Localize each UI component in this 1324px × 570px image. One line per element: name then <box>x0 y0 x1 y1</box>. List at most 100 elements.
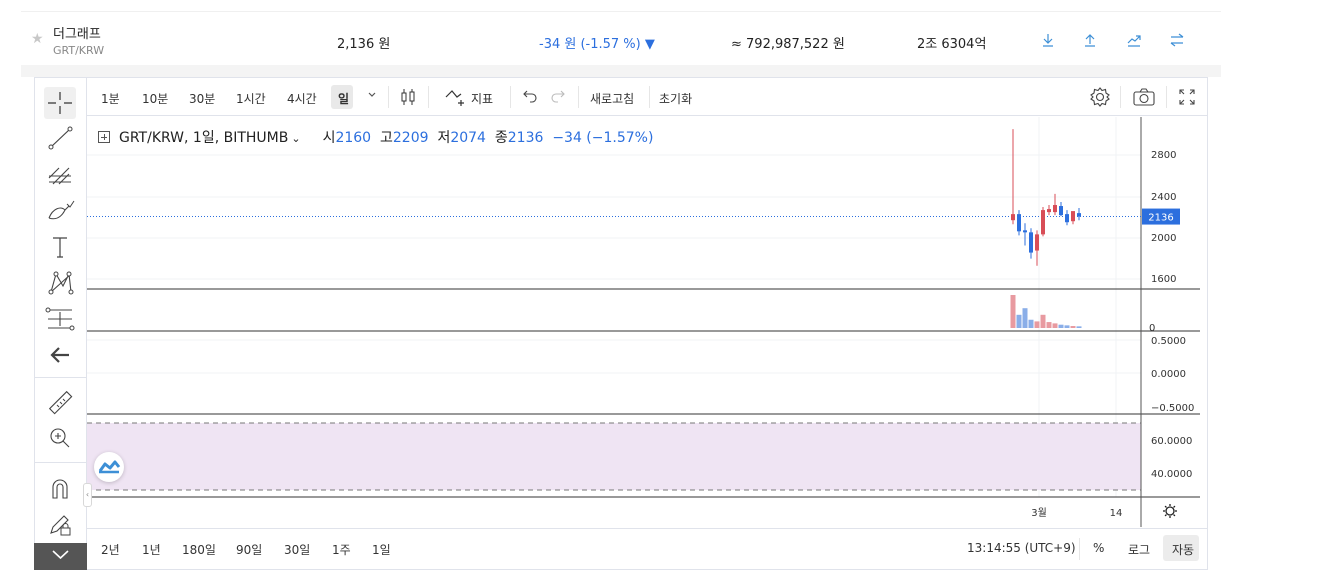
trade-amount: 2조 6304억 <box>917 37 987 52</box>
candle-body <box>1023 230 1027 233</box>
tools-scroll-down[interactable] <box>34 543 87 570</box>
camera-icon[interactable] <box>1132 87 1156 110</box>
candle-type-icon[interactable] <box>399 87 417 110</box>
candle-body <box>1065 214 1069 223</box>
current-price: 2,136 원 <box>337 37 391 52</box>
time-tick-label: 14 <box>1110 508 1123 519</box>
fib-icon[interactable] <box>43 160 77 190</box>
auto-scale-button[interactable]: 자동 <box>1172 541 1194 558</box>
price-tick-label: 2000 <box>1151 233 1176 244</box>
tool-divider <box>34 462 86 463</box>
interval-1d[interactable]: 일 <box>338 90 349 107</box>
separator-band <box>21 65 1221 77</box>
settings-icon[interactable] <box>1089 86 1111 111</box>
interval-30m[interactable]: 30분 <box>189 90 215 107</box>
volume-bar <box>1058 324 1064 328</box>
ticker-row: ★ 더그래프 GRT/KRW 2,136 원 -34 원 (-1.57 %) ▼… <box>21 11 1221 65</box>
swap-icon[interactable] <box>1168 31 1186 49</box>
volume-bar <box>1076 326 1082 328</box>
price-tick-label: 1600 <box>1151 274 1176 285</box>
ruler-icon[interactable] <box>43 388 77 418</box>
range-30d[interactable]: 30일 <box>284 541 310 558</box>
collapse-toolbar-tab[interactable]: ‹ <box>83 483 92 507</box>
indicators-button[interactable]: 지표 <box>471 90 493 107</box>
rsi-tick-label: 60.0000 <box>1151 436 1192 447</box>
clock-time[interactable]: 13:14:55 (UTC+9) <box>967 541 1076 555</box>
open-value: 2160 <box>335 130 372 146</box>
brush-icon[interactable] <box>43 196 77 226</box>
magnet-icon[interactable] <box>43 474 77 504</box>
chart-bottom-bar: 2년 1년 180일 90일 30일 1주 1일 13:14:55 (UTC+9… <box>87 528 1207 568</box>
close-value: 2136 <box>507 130 544 146</box>
zoom-in-icon[interactable] <box>43 423 77 453</box>
candle-body <box>1029 232 1033 253</box>
upload-icon[interactable] <box>1081 31 1099 49</box>
expand-icon[interactable] <box>98 131 110 143</box>
chart-canvas[interactable]: 2800 2400 2000 1600 0 0.5000 0.0000 −0.5000 60.0… <box>87 117 1207 527</box>
fullscreen-icon[interactable] <box>1177 87 1197 110</box>
tool-divider <box>34 377 86 378</box>
interval-1m[interactable]: 1분 <box>101 90 120 107</box>
range-180d[interactable]: 180일 <box>182 541 216 558</box>
reset-button[interactable]: 초기화 <box>659 90 692 107</box>
range-1w[interactable]: 1주 <box>332 541 351 558</box>
crosshair-icon[interactable] <box>43 88 77 118</box>
log-scale-button[interactable]: 로그 <box>1128 541 1150 558</box>
volume-bar <box>1016 314 1022 328</box>
high-label: 고 <box>380 130 393 146</box>
range-1d[interactable]: 1일 <box>372 541 391 558</box>
candle-body <box>1035 234 1039 251</box>
rsi-tick-label: 40.0000 <box>1151 469 1192 480</box>
drawing-toolbar <box>34 78 87 570</box>
range-1y[interactable]: 1년 <box>142 541 161 558</box>
indicators-icon[interactable] <box>444 87 468 110</box>
osc-tick-label: 0.5000 <box>1151 336 1186 347</box>
toolbar-divider <box>649 86 650 108</box>
lock-pencil-icon[interactable] <box>43 509 77 539</box>
chevron-down-icon[interactable]: ⌄ <box>291 132 300 145</box>
trend-icon[interactable] <box>1125 31 1143 49</box>
low-value: 2074 <box>450 130 486 146</box>
osc-tick-label: −0.5000 <box>1151 403 1194 414</box>
toolbar-divider <box>1120 86 1121 108</box>
range-2y[interactable]: 2년 <box>101 541 120 558</box>
interval-10m[interactable]: 10분 <box>142 90 168 107</box>
interval-1h[interactable]: 1시간 <box>236 90 266 107</box>
undo-icon[interactable] <box>521 87 539 108</box>
chevron-down-icon <box>52 550 69 560</box>
range-90d[interactable]: 90일 <box>236 541 262 558</box>
percent-scale-button[interactable]: % <box>1093 541 1104 555</box>
volume-bar <box>1022 308 1028 328</box>
volume-bar <box>1064 325 1070 328</box>
symbol-label[interactable]: GRT/KRW, 1일, BITHUMB <box>119 130 288 146</box>
text-icon[interactable] <box>43 232 77 262</box>
time-tick-label: 3월 <box>1031 507 1047 519</box>
candle-body <box>1053 205 1057 213</box>
interval-4h[interactable]: 4시간 <box>287 90 317 107</box>
watch-badge[interactable] <box>94 452 124 482</box>
candle-body <box>1047 209 1051 213</box>
back-arrow-icon[interactable] <box>43 340 77 370</box>
volume-bar <box>1070 326 1076 328</box>
measure-tool-icon[interactable] <box>43 304 77 334</box>
candle-body <box>1017 214 1021 232</box>
candle-body <box>1011 214 1015 221</box>
toolbar-divider <box>1166 86 1167 108</box>
trendline-icon[interactable] <box>43 123 77 153</box>
toolbar-divider <box>388 86 389 108</box>
open-label: 시 <box>322 130 336 146</box>
toolbar-divider <box>578 86 579 108</box>
volume-bar <box>1040 314 1046 328</box>
download-icon[interactable] <box>1039 31 1057 49</box>
rsi-band <box>87 423 1141 490</box>
refresh-button[interactable]: 새로고침 <box>590 90 634 107</box>
redo-icon[interactable] <box>549 87 567 108</box>
bottom-divider <box>1079 538 1080 560</box>
chevron-down-icon[interactable] <box>366 88 378 105</box>
wave-icon <box>98 460 121 474</box>
coin-name: 더그래프 <box>53 27 101 42</box>
pattern-icon[interactable] <box>43 268 77 298</box>
star-icon[interactable]: ★ <box>31 32 45 46</box>
plot-area[interactable]: 2800 2400 2000 1600 0 0.5000 0.0000 −0.5000 60.0… <box>87 117 1200 527</box>
axis-settings-icon[interactable] <box>1163 504 1177 518</box>
